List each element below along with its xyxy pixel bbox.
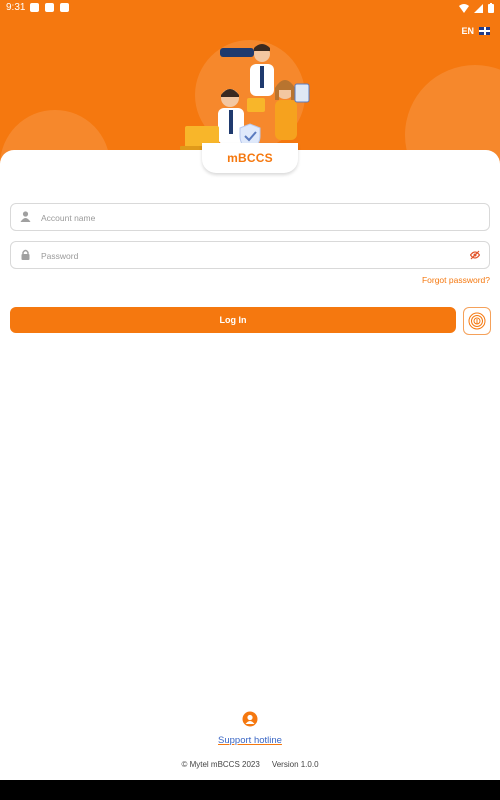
lock-icon	[21, 249, 30, 260]
footer: © Mytel mBCCS 2023 Version 1.0.0	[0, 760, 500, 769]
language-selector[interactable]: EN	[461, 26, 490, 36]
notification-icon	[60, 3, 69, 12]
uk-flag-icon	[479, 27, 490, 35]
fingerprint-icon	[468, 312, 486, 330]
password-field[interactable]	[10, 241, 490, 269]
version-text: Version 1.0.0	[271, 760, 319, 769]
app-logo: mBCCS	[202, 143, 298, 173]
account-name-input[interactable]	[39, 208, 463, 227]
fingerprint-login-button[interactable]	[463, 307, 491, 335]
user-icon	[20, 211, 31, 222]
account-name-field[interactable]	[10, 203, 490, 231]
status-time: 9:31	[6, 2, 26, 13]
team-illustration	[180, 44, 310, 151]
signal-icon	[474, 3, 483, 13]
status-bar: 9:31	[0, 0, 500, 16]
logo-text: mBCCS	[227, 151, 273, 165]
language-code: EN	[461, 26, 474, 36]
battery-icon	[488, 3, 494, 13]
support-agent-icon[interactable]	[242, 711, 258, 727]
system-navigation-bar	[0, 780, 500, 800]
sim-icon	[45, 3, 54, 12]
wifi-icon	[459, 3, 469, 13]
login-button[interactable]: Log In	[10, 307, 456, 333]
copyright-text: © Mytel mBCCS 2023	[181, 760, 260, 769]
eye-off-icon[interactable]	[470, 250, 480, 260]
play-icon	[30, 3, 39, 12]
forgot-password-link[interactable]: Forgot password?	[422, 275, 490, 285]
support-hotline-link[interactable]: Support hotline	[218, 735, 282, 746]
password-input[interactable]	[39, 246, 463, 265]
